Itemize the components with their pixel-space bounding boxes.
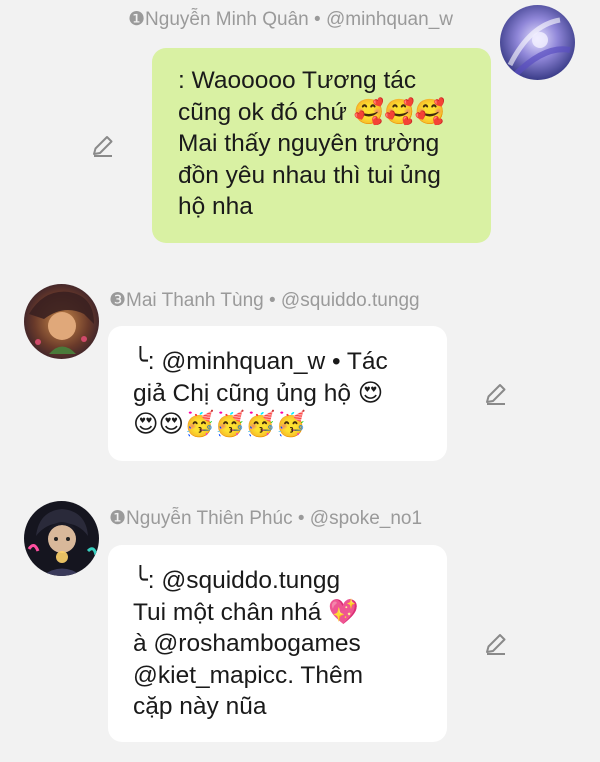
pencil-edit-icon[interactable] [483,381,509,407]
message-line: cũng ok đó chứ 🥰🥰🥰 [178,98,446,126]
pencil-edit-icon[interactable] [483,631,509,657]
avatar[interactable] [24,284,99,359]
message-line: : Waooooo Tương tác [178,67,417,94]
message-bubble[interactable]: ╰: @minhquan_w • Tác giả Chị cũng ủng hộ… [108,326,447,461]
message-bubble[interactable]: ╰: @squiddo.tungg Tui một chân nhá 💖 à @… [108,545,447,742]
sender-name[interactable]: ❶Nguyễn Minh Quân • @minhquan_w [128,9,453,31]
message-line: cặp này nũa [133,693,267,720]
pencil-edit-icon[interactable] [90,133,116,159]
avatar[interactable] [500,5,575,80]
message-line: 😍😍🥳🥳🥳🥳 [133,411,307,438]
message-line: đồn yêu nhau thì tui ủng [178,161,441,189]
avatar-image [500,5,575,80]
message-line: Tui một chân nhá 💖 [133,598,359,626]
message-line: giả Chị cũng ủng hộ 😍 [133,379,384,407]
message-line: ╰: @squiddo.tungg [133,567,341,594]
message-line: @kiet_mapicc. Thêm [133,661,364,689]
sender-name[interactable]: ❶Nguyễn Thiên Phúc • @spoke_no1 [109,508,422,530]
sender-name[interactable]: ❸Mai Thanh Tùng • @squiddo.tungg [109,290,420,312]
avatar-image [24,501,99,576]
avatar-image [24,284,99,359]
message-line: Mai thấy nguyên trường [178,130,440,157]
message-line: hộ nha [178,193,253,220]
message-line: à @roshambogames [133,630,361,657]
avatar[interactable] [24,501,99,576]
message-bubble[interactable]: : Waooooo Tương tác cũng ok đó chứ 🥰🥰🥰 M… [152,48,491,243]
message-line: ╰: @minhquan_w • Tác [133,348,388,375]
